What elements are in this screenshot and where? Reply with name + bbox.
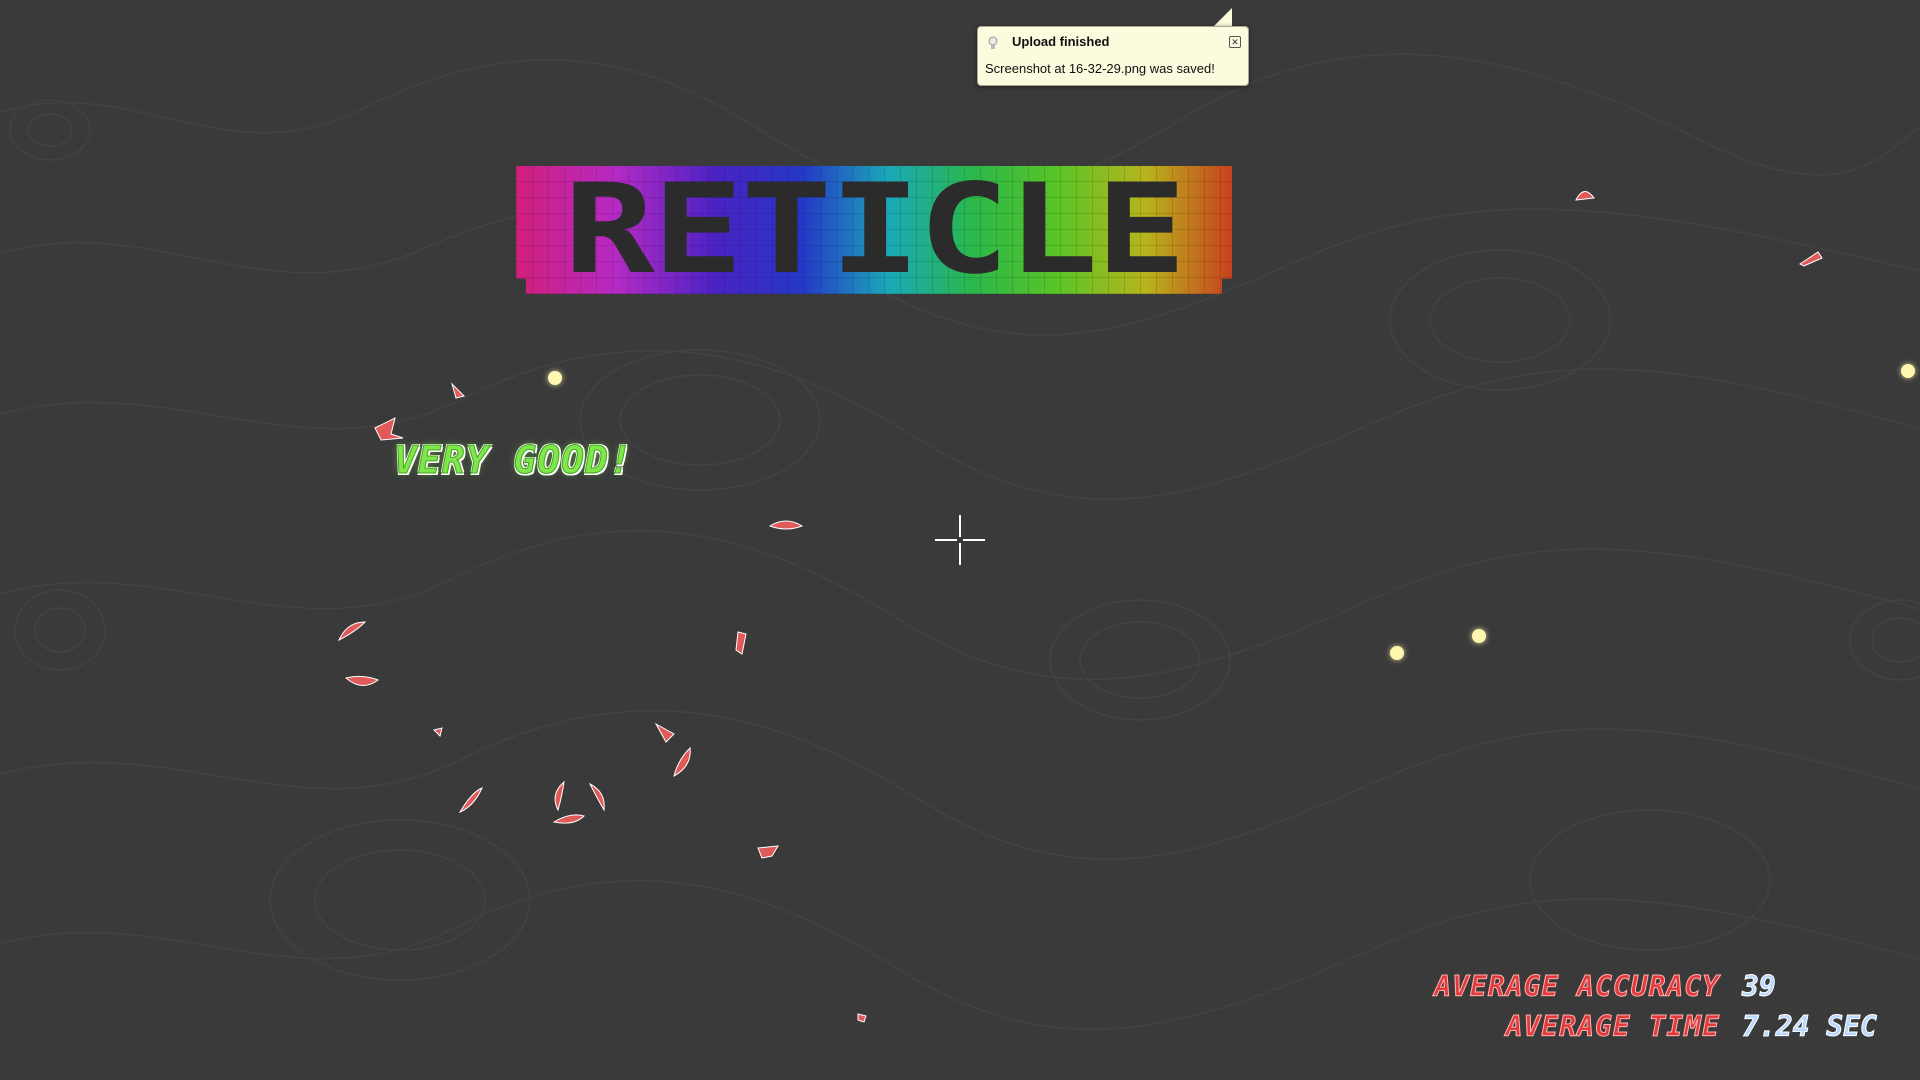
target-fragment: [654, 722, 675, 743]
target-fragment: [1799, 251, 1823, 267]
target-fragment: [768, 520, 804, 530]
feedback-text: VERY GOOD!: [394, 438, 633, 483]
target-fragment: [552, 814, 585, 824]
particle: [1472, 629, 1486, 643]
time-row: AVERAGE TIME 7.24 SEC: [1434, 1006, 1892, 1046]
target-fragment: [588, 782, 605, 812]
accuracy-value: 39: [1742, 969, 1777, 1003]
particle: [1901, 364, 1915, 378]
particle: [1390, 646, 1404, 660]
target-fragment: [374, 417, 404, 441]
crosshair-icon[interactable]: [935, 515, 985, 565]
time-label: AVERAGE TIME: [1505, 1009, 1720, 1043]
lightbulb-icon: [988, 36, 998, 49]
target-fragment: [1575, 191, 1595, 201]
target-fragment: [757, 845, 779, 859]
notification-title: Upload finished: [1012, 34, 1110, 49]
target-fragment: [554, 780, 565, 812]
upload-notification[interactable]: Upload finished ✕ Screenshot at 16-32-29…: [977, 26, 1249, 86]
target-fragment: [344, 675, 380, 686]
target-fragment: [433, 727, 443, 737]
particle: [548, 371, 562, 385]
game-logo: RETICLE: [516, 166, 1232, 294]
game-title: RETICLE: [563, 158, 1187, 302]
stats-panel: AVERAGE ACCURACY 39 AVERAGE TIME 7.24 SE…: [1434, 966, 1892, 1046]
target-fragment: [735, 631, 747, 655]
accuracy-label: AVERAGE ACCURACY: [1434, 969, 1720, 1003]
target-fragment: [458, 787, 483, 814]
target-fragment: [673, 746, 691, 777]
target-fragment: [337, 621, 367, 642]
accuracy-row: AVERAGE ACCURACY 39: [1434, 966, 1892, 1006]
notification-tail: [1212, 8, 1232, 28]
target-fragment: [857, 1013, 867, 1023]
time-value: 7.24 SEC: [1742, 1009, 1878, 1043]
notification-message: Screenshot at 16-32-29.png was saved!: [985, 61, 1215, 76]
close-icon[interactable]: ✕: [1229, 36, 1241, 48]
target-fragment: [450, 382, 465, 399]
